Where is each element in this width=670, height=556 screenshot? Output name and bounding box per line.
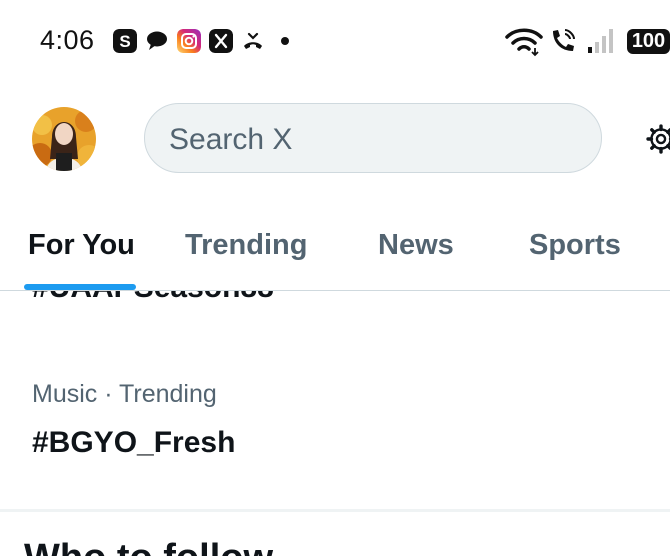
settings-gear-icon[interactable] (646, 117, 670, 161)
x-icon (209, 29, 233, 53)
explore-tabs: For You Trending News Sports (0, 205, 670, 291)
battery-indicator: 100 (627, 29, 670, 54)
svg-text:S: S (119, 32, 130, 51)
tab-trending[interactable]: Trending (185, 229, 307, 262)
search-placeholder: Search X (169, 123, 293, 156)
trend-name-partial[interactable]: #UAAPSeason88 (32, 291, 274, 305)
top-header: Search X (0, 84, 670, 204)
wifi-calling-icon (553, 29, 575, 51)
section-title: Who to follow (24, 537, 273, 556)
chat-bubble-icon (147, 31, 167, 50)
instagram-icon (177, 29, 201, 53)
trend-meta: Music · Trending (32, 380, 217, 408)
trend-name: #BGYO_Fresh (32, 426, 236, 459)
dot-icon (281, 37, 289, 45)
missed-call-icon (244, 32, 262, 49)
tab-sports[interactable]: Sports (529, 229, 621, 262)
status-bar: 4:06 S 100 (0, 0, 670, 84)
trends-list: #UAAPSeason88 Music · Trending #BGYO_Fre… (0, 291, 670, 556)
profile-photo (32, 107, 96, 171)
wifi-icon (505, 28, 543, 57)
s-app-icon: S (113, 29, 137, 53)
avatar[interactable] (32, 107, 96, 171)
signal-icon (588, 29, 613, 53)
search-input[interactable]: Search X (144, 103, 602, 173)
status-time: 4:06 (40, 25, 95, 55)
tab-for-you[interactable]: For You (28, 229, 135, 262)
section-divider (0, 509, 670, 512)
tab-news[interactable]: News (378, 229, 454, 262)
